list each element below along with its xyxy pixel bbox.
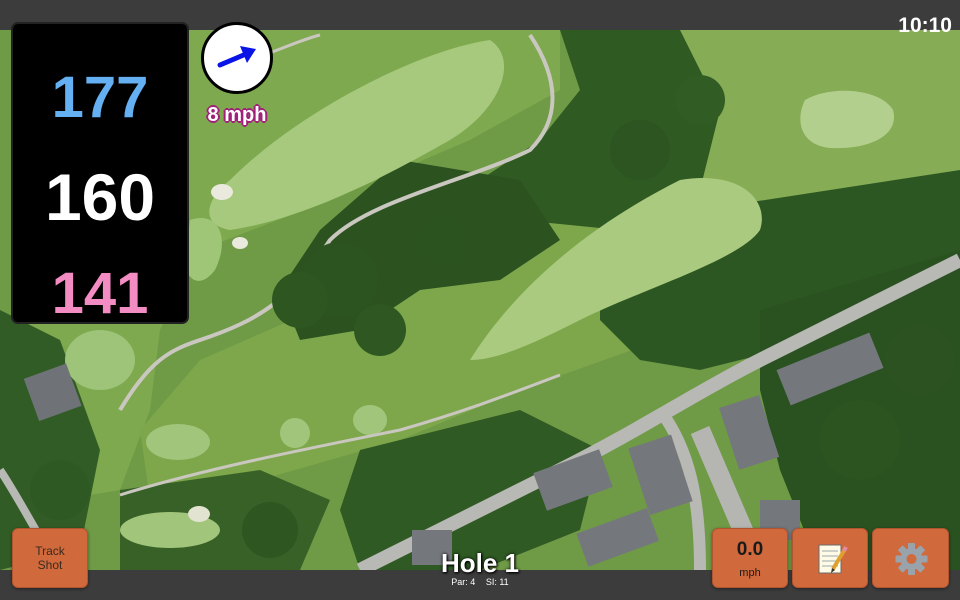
settings-button[interactable] bbox=[872, 528, 949, 588]
track-shot-button[interactable]: Track Shot bbox=[12, 528, 88, 588]
track-shot-label: Track Shot bbox=[35, 544, 65, 572]
notes-button[interactable] bbox=[792, 528, 868, 588]
notepad-icon bbox=[818, 544, 848, 574]
wind-direction-indicator bbox=[201, 22, 273, 94]
wind-speed-value: 0.0 bbox=[736, 539, 764, 560]
hole-info: Par: 4 SI: 11 bbox=[380, 577, 580, 587]
wind-speed-label: 8 mph bbox=[207, 104, 267, 126]
hole-stroke-index: SI: 11 bbox=[485, 577, 509, 587]
wind-speed-unit: mph bbox=[739, 567, 761, 579]
distance-front: 141 bbox=[51, 261, 149, 326]
wind-speed-button[interactable]: 0.0 mph bbox=[712, 528, 788, 588]
hole-title: Hole 1 bbox=[440, 548, 520, 578]
gear-icon bbox=[895, 543, 928, 575]
distance-panel: 177 160 141 bbox=[11, 22, 189, 326]
hole-par: Par: 4 bbox=[451, 577, 476, 587]
wind-arrow-icon bbox=[217, 46, 256, 68]
distance-middle: 160 bbox=[44, 160, 156, 234]
clock: 10:10 bbox=[898, 14, 952, 37]
distance-back: 177 bbox=[51, 65, 149, 130]
